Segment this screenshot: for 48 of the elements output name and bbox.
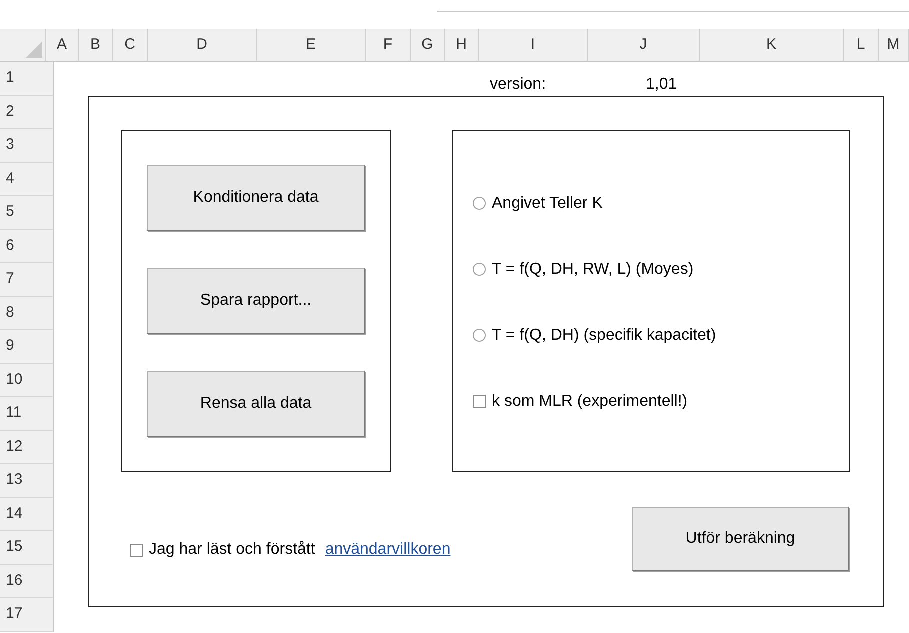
option-label: k som MLR (experimentell!)	[492, 392, 688, 412]
row-header[interactable]: 17	[6, 603, 23, 626]
option-label: T = f(Q, DH) (specifik kapacitet)	[492, 326, 716, 346]
column-header[interactable]: H	[445, 29, 479, 61]
column-header[interactable]: A	[46, 29, 79, 61]
column-header[interactable]: C	[113, 29, 148, 61]
terms-link[interactable]: användarvillkoren	[325, 538, 451, 562]
row-header[interactable]: 13	[6, 469, 23, 492]
column-header[interactable]: F	[366, 29, 411, 61]
row-header[interactable]: 6	[6, 234, 14, 257]
radio-button[interactable]	[473, 197, 486, 210]
column-header[interactable]: B	[79, 29, 113, 61]
select-all-icon[interactable]	[26, 42, 42, 58]
checkbox[interactable]	[473, 395, 486, 408]
terms-label: Jag har läst och förstått	[149, 540, 316, 560]
version-value: 1,01	[646, 75, 678, 95]
row-header[interactable]: 7	[6, 268, 14, 290]
column-header[interactable]: M	[879, 29, 909, 61]
row-header[interactable]: 3	[6, 134, 14, 156]
row-header[interactable]: 14	[6, 502, 23, 525]
column-header[interactable]: E	[257, 29, 366, 61]
action-button[interactable]: Spara rapport...	[147, 268, 365, 334]
row-header[interactable]: 1	[6, 67, 14, 90]
column-header[interactable]: L	[844, 29, 879, 61]
row-header[interactable]: 5	[6, 201, 14, 224]
row-header[interactable]: 16	[6, 570, 23, 592]
row-header[interactable]: 12	[6, 436, 23, 458]
column-header[interactable]: K	[700, 29, 844, 61]
row-header[interactable]: 9	[6, 335, 14, 358]
column-header[interactable]: J	[588, 29, 700, 61]
column-header[interactable]: D	[148, 29, 257, 61]
row-header[interactable]: 10	[6, 368, 23, 391]
calculate-button[interactable]: Utför beräkning	[632, 507, 849, 571]
version-label: version:	[490, 75, 546, 95]
radio-button[interactable]	[473, 329, 486, 342]
checkbox[interactable]	[130, 544, 143, 556]
row-header[interactable]: 11	[6, 402, 22, 424]
row-header[interactable]: 2	[6, 100, 14, 123]
action-button[interactable]: Konditionera data	[147, 165, 365, 231]
column-header[interactable]: I	[479, 29, 588, 61]
option-label: Angivet Teller K	[492, 194, 603, 214]
row-header[interactable]: 8	[6, 302, 14, 324]
row-header[interactable]: 15	[6, 536, 23, 558]
action-button[interactable]: Rensa alla data	[147, 371, 365, 437]
option-label: T = f(Q, DH, RW, L) (Moyes)	[492, 260, 694, 280]
radio-button[interactable]	[473, 263, 486, 276]
row-header[interactable]: 4	[6, 168, 14, 190]
column-header[interactable]: G	[411, 29, 445, 61]
